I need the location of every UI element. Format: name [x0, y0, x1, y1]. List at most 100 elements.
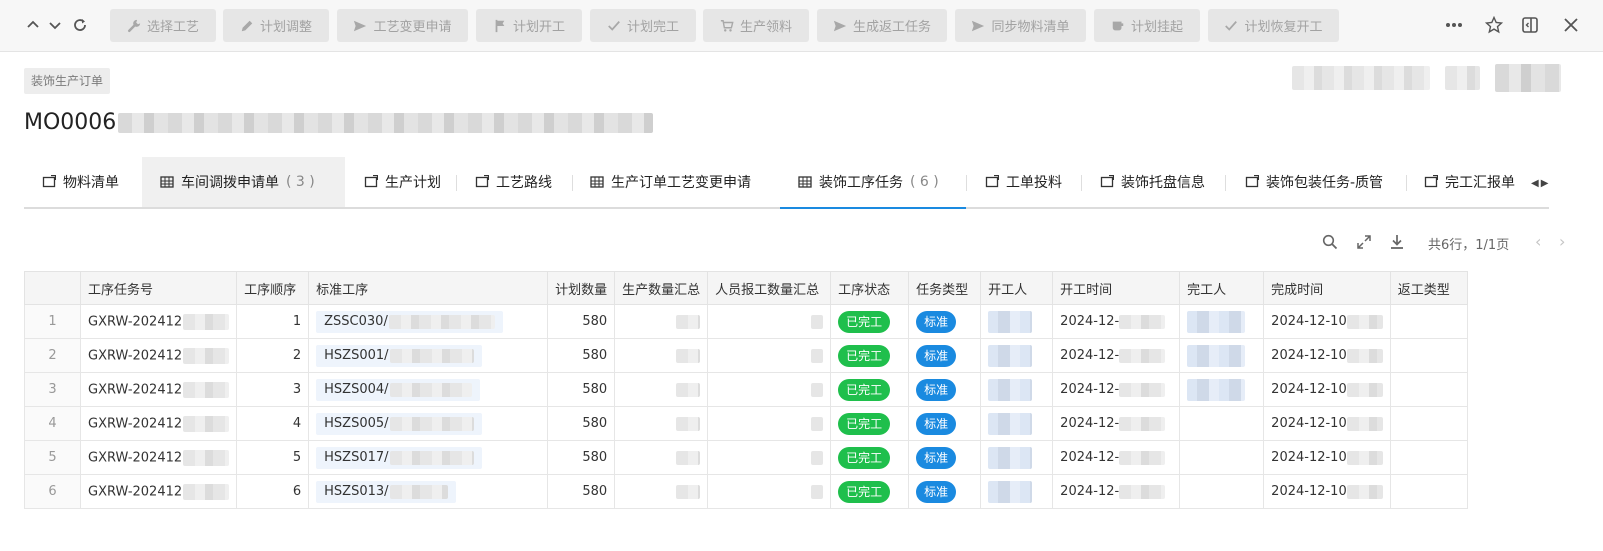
finish-time-cell: 2024-12-10 [1263, 338, 1391, 373]
table-row[interactable]: 6 GXRW-202412 6 HSZS013/580 已完工 标准 2024-12- 202… [24, 474, 1468, 509]
tab-scroll-left-icon[interactable]: ◀ [1531, 178, 1539, 189]
plan-complete-button[interactable]: 计划完工 [590, 9, 696, 42]
start-time-redacted [1119, 348, 1166, 363]
plan-start-button[interactable]: 计划开工 [476, 9, 582, 42]
standard-process-tag[interactable]: ZSSC030/ [316, 310, 503, 333]
reported-quantity-redacted [811, 314, 824, 329]
plan-quantity-cell: 580 [547, 372, 616, 407]
standard-process-tag[interactable]: HSZS005/ [316, 412, 482, 435]
sequence-cell: 6 [236, 474, 310, 509]
task-type-cell: 标准 [908, 440, 982, 475]
task-type-badge: 标准 [916, 310, 957, 333]
standard-process-tag[interactable]: HSZS004/ [316, 378, 480, 401]
column-header[interactable]: 完工人 [1179, 271, 1265, 305]
task-number-redacted [183, 415, 230, 432]
finish-time-redacted [1346, 484, 1383, 499]
finish-time: 2024-12-10 [1271, 450, 1347, 465]
tab-work-order-feeding[interactable]: 工单投料 [985, 157, 1062, 207]
prev-page-icon[interactable]: ‹ [1535, 232, 1541, 251]
standard-process-redacted [388, 314, 495, 329]
production-quantity-cell [614, 406, 709, 441]
task-number: GXRW-202412 [88, 382, 183, 397]
window-icon [985, 175, 999, 188]
start-time-cell: 2024-12- [1052, 440, 1181, 475]
task-type-cell: 标准 [908, 406, 982, 441]
header-info-redacted [1292, 66, 1430, 90]
column-header[interactable]: 标准工序 [308, 271, 549, 305]
order-number: MO0006 [24, 110, 117, 135]
more-icon[interactable] [1442, 13, 1466, 37]
table-row[interactable]: 5 GXRW-202412 5 HSZS017/580 已完工 标准 2024-12- 202… [24, 440, 1468, 475]
task-number-redacted [183, 313, 230, 330]
tab-decoration-process-task[interactable]: 装饰工序任务 ( 6 ) [780, 157, 966, 209]
column-header[interactable]: 工序顺序 [236, 271, 310, 305]
task-number-redacted [183, 483, 230, 500]
process-change-request-button[interactable]: 工艺变更申请 [337, 9, 468, 42]
status-badge: 已完工 [838, 446, 891, 469]
column-header[interactable]: 开工时间 [1052, 271, 1181, 305]
window-icon [475, 175, 489, 188]
tab-scroll-right-icon[interactable]: ▶ [1541, 178, 1549, 189]
plan-adjust-label: 计划调整 [259, 20, 312, 35]
column-header[interactable]: 人员报工数量汇总 [707, 271, 832, 305]
panel-toggle-icon[interactable] [1518, 13, 1542, 37]
standard-process-cell: HSZS005/ [308, 406, 549, 441]
table-row[interactable]: 3 GXRW-202412 3 HSZS004/580 已完工 标准 2024-12- 202… [24, 372, 1468, 407]
tab-workshop-transfer[interactable]: 车间调拨申请单 ( 3 ) [142, 157, 345, 207]
plan-quantity-cell: 580 [547, 406, 616, 441]
next-page-icon[interactable]: › [1559, 232, 1565, 251]
table-row[interactable]: 4 GXRW-202412 4 HSZS005/580 已完工 标准 2024-12- 202… [24, 406, 1468, 441]
status-badge: 已完工 [838, 344, 891, 367]
sync-bom-button[interactable]: 同步物料清单 [955, 9, 1086, 42]
column-header[interactable]: 任务类型 [908, 271, 982, 305]
chevron-down-icon[interactable] [44, 14, 66, 36]
select-process-button[interactable]: 选择工艺 [110, 9, 216, 42]
plan-resume-button[interactable]: 计划恢复开工 [1208, 9, 1339, 42]
rework-type-cell [1389, 474, 1468, 509]
close-icon[interactable] [1559, 13, 1583, 37]
refresh-icon[interactable] [69, 14, 91, 36]
column-header[interactable]: 开工人 [980, 271, 1054, 305]
column-header[interactable]: 完成时间 [1263, 271, 1391, 305]
search-icon[interactable] [1320, 232, 1340, 252]
plan-adjust-button[interactable]: 计划调整 [223, 9, 329, 42]
finish-time: 2024-12-10 [1271, 314, 1347, 329]
table-row[interactable]: 2 GXRW-202412 2 HSZS001/580 已完工 标准 2024-12- 202… [24, 338, 1468, 373]
table-row[interactable]: 1 GXRW-202412 1 ZSSC030/580 已完工 标准 2024-12- 202… [24, 304, 1468, 339]
tab-bom[interactable]: 物料清单 [42, 157, 119, 207]
star-icon[interactable] [1482, 13, 1506, 37]
start-time-redacted [1119, 416, 1166, 431]
column-header[interactable]: 工序任务号 [79, 271, 238, 305]
tab-production-plan[interactable]: 生产计划 [364, 157, 441, 207]
process-change-request-label: 工艺变更申请 [373, 20, 452, 35]
production-picking-button[interactable]: 生产领料 [703, 9, 809, 42]
standard-process-code: ZSSC030/ [324, 314, 388, 329]
task-type-badge: 标准 [916, 344, 957, 367]
status-badge: 已完工 [838, 378, 891, 401]
fullscreen-icon[interactable] [1354, 232, 1374, 252]
avatar [988, 310, 1033, 333]
start-time-redacted [1119, 484, 1166, 499]
start-time: 2024-12- [1060, 314, 1120, 329]
standard-process-tag[interactable]: HSZS013/ [316, 480, 456, 503]
column-header[interactable]: 工序状态 [830, 271, 910, 305]
download-icon[interactable] [1387, 232, 1407, 252]
tab-packaging-qc[interactable]: 装饰包装任务-质管 [1245, 157, 1383, 207]
tab-decoration-process-task-label: 装饰工序任务 [819, 175, 903, 191]
tab-completion-report[interactable]: 完工汇报单 [1424, 157, 1515, 207]
finish-time-redacted [1346, 382, 1383, 397]
standard-process-tag[interactable]: HSZS001/ [316, 344, 482, 367]
tab-order-process-change[interactable]: 生产订单工艺变更申请 [590, 157, 751, 207]
column-header[interactable]: 返工类型 [1389, 271, 1468, 305]
tab-decoration-pallet[interactable]: 装饰托盘信息 [1100, 157, 1205, 207]
column-header[interactable]: 生产数量汇总 [614, 271, 709, 305]
standard-process-tag[interactable]: HSZS017/ [316, 446, 482, 469]
chevron-up-icon[interactable] [22, 14, 44, 36]
table-icon [160, 176, 174, 188]
generate-rework-task-button[interactable]: 生成返工任务 [817, 9, 947, 42]
sequence-cell: 2 [236, 338, 310, 373]
tab-routing[interactable]: 工艺路线 [475, 157, 552, 207]
plan-suspend-button[interactable]: 计划挂起 [1094, 9, 1200, 42]
column-header[interactable]: 计划数量 [547, 271, 616, 305]
rework-type-cell [1389, 440, 1468, 475]
